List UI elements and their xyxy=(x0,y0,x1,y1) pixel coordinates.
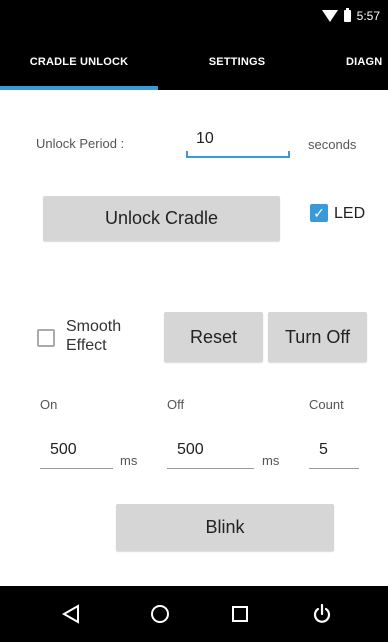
off-duration-input[interactable]: 500 xyxy=(167,441,254,469)
smooth-effect-checkbox[interactable] xyxy=(37,329,55,347)
count-input[interactable]: 5 xyxy=(309,441,359,469)
led-label: LED xyxy=(334,205,366,222)
smooth-effect-line2: Effect xyxy=(66,337,107,354)
home-icon xyxy=(151,605,169,623)
battery-icon xyxy=(343,8,351,22)
status-time: 5:57 xyxy=(356,9,380,23)
led-checkbox[interactable]: ✓ xyxy=(310,204,328,222)
navigation-bar xyxy=(0,586,388,642)
blink-button[interactable]: Blink xyxy=(116,504,334,551)
off-label: Off xyxy=(167,397,185,412)
smooth-effect-line1: Smooth xyxy=(66,318,122,335)
count-label: Count xyxy=(309,397,344,412)
tab-cradle-unlock[interactable]: CRADLE UNLOCK xyxy=(0,33,158,90)
status-icons: 5:57 xyxy=(321,8,380,23)
smooth-effect-label: Smooth Effect xyxy=(66,317,146,355)
on-duration-input[interactable]: 500 xyxy=(40,441,113,469)
turn-off-button[interactable]: Turn Off xyxy=(268,312,367,362)
tab-settings[interactable]: SETTINGS xyxy=(158,33,316,90)
on-label: On xyxy=(40,397,58,412)
tab-selected-indicator xyxy=(0,86,158,90)
unlock-period-input[interactable]: 10 xyxy=(186,130,290,158)
recents-icon xyxy=(232,606,248,622)
recents-button[interactable] xyxy=(215,586,265,642)
status-bar: 5:57 xyxy=(0,0,388,33)
reset-button[interactable]: Reset xyxy=(164,312,263,362)
unlock-cradle-button[interactable]: Unlock Cradle xyxy=(43,196,280,241)
unlock-period-unit: seconds xyxy=(308,137,357,152)
on-unit: ms xyxy=(120,453,138,468)
unlock-period-label: Unlock Period : xyxy=(36,136,125,151)
back-button[interactable] xyxy=(46,586,96,642)
back-icon xyxy=(61,604,79,624)
off-unit: ms xyxy=(262,453,280,468)
home-button[interactable] xyxy=(135,586,185,642)
tab-diagnostics[interactable]: DIAGN xyxy=(316,33,388,90)
power-icon xyxy=(313,603,331,623)
wifi-icon xyxy=(321,10,338,22)
power-button[interactable] xyxy=(297,586,347,642)
tab-bar: CRADLE UNLOCK SETTINGS DIAGN xyxy=(0,33,388,90)
